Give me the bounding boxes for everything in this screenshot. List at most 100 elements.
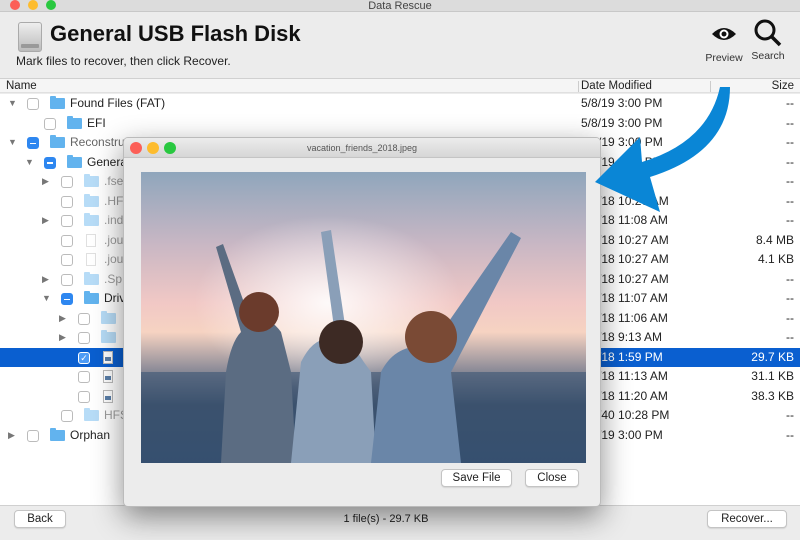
close-preview-button[interactable]: Close (525, 469, 579, 487)
folder-icon (84, 271, 99, 285)
row-date: /18 10:27 AM (598, 232, 669, 247)
folder-icon (50, 96, 65, 109)
row-date: /18 11:13 AM (598, 369, 668, 383)
row-size: -- (786, 174, 794, 188)
folder-icon (101, 310, 116, 324)
row-checkbox[interactable] (61, 273, 73, 286)
preview-titlebar: vacation_friends_2018.jpeg (124, 138, 600, 158)
preview-window: vacation_friends_2018.jpeg Save File Clo… (123, 137, 601, 507)
row-date: /18 1:59 PM (598, 349, 663, 364)
disclosure-collapsed-icon[interactable]: ▶ (42, 211, 49, 231)
row-checkbox[interactable] (61, 410, 73, 422)
header: General USB Flash Disk Mark files to rec… (0, 12, 800, 78)
close-preview-icon[interactable] (130, 142, 142, 154)
column-divider[interactable] (578, 81, 579, 92)
row-size: -- (786, 408, 794, 422)
save-file-button[interactable]: Save File (441, 469, 512, 487)
folder-icon (50, 135, 65, 148)
row-date: /18 10:27 AM (598, 252, 669, 266)
row-checkbox[interactable] (61, 195, 73, 208)
column-name[interactable]: Name (6, 80, 37, 92)
photo-silhouettes (141, 172, 586, 463)
disclosure-expanded-icon[interactable]: ▼ (42, 289, 51, 309)
image-file-icon (103, 389, 113, 403)
row-size: -- (786, 96, 794, 110)
row-name: EFI (87, 115, 106, 130)
preview-title: vacation_friends_2018.jpeg (306, 143, 418, 153)
minimize-window-button[interactable] (28, 0, 38, 10)
row-size: 8.4 MB (755, 232, 794, 247)
row-date: /18 11:07 AM (598, 291, 668, 305)
disclosure-expanded-icon[interactable]: ▼ (8, 133, 17, 153)
preview-button[interactable]: Preview (702, 22, 746, 64)
row-size: -- (786, 291, 794, 305)
file-icon (86, 233, 96, 247)
window-titlebar: Data Rescue (0, 0, 800, 12)
row-checkbox[interactable] (61, 176, 73, 188)
row-checkbox[interactable] (61, 254, 73, 266)
row-checkbox[interactable]: ✓ (78, 351, 90, 364)
row-name: Reconstruc (70, 135, 131, 149)
row-checkbox[interactable] (61, 293, 73, 305)
row-name: .fse (104, 174, 124, 188)
file-icon (86, 253, 96, 266)
row-checkbox[interactable] (61, 215, 73, 227)
page-title: General USB Flash Disk (50, 21, 301, 46)
row-size: -- (786, 213, 794, 227)
disclosure-collapsed-icon[interactable]: ▶ (8, 426, 15, 446)
row-size: -- (786, 193, 794, 208)
row-size: 31.1 KB (751, 369, 794, 383)
row-checkbox[interactable] (78, 312, 90, 325)
curved-arrow-icon (595, 87, 730, 212)
image-file-icon (103, 370, 113, 383)
row-checkbox[interactable] (27, 98, 39, 110)
row-checkbox[interactable] (27, 429, 39, 442)
back-button[interactable]: Back (14, 510, 66, 528)
row-date: /18 9:13 AM (598, 330, 663, 344)
window-title: Data Rescue (368, 0, 432, 12)
row-name: .Sp (104, 271, 123, 286)
row-checkbox[interactable] (78, 332, 90, 344)
row-name: .HF (104, 193, 124, 208)
disclosure-collapsed-icon[interactable]: ▶ (59, 328, 66, 348)
row-size: 38.3 KB (751, 388, 794, 403)
eye-icon (712, 28, 736, 40)
zoom-window-button[interactable] (46, 0, 56, 10)
disclosure-collapsed-icon[interactable]: ▶ (59, 309, 66, 329)
row-checkbox[interactable] (78, 371, 90, 383)
footer: Back 1 file(s) - 29.7 KB Recover... (0, 505, 800, 540)
preview-image (141, 172, 586, 463)
minimize-preview-icon[interactable] (147, 142, 159, 154)
disclosure-collapsed-icon[interactable]: ▶ (42, 270, 49, 290)
row-date: /18 10:27 AM (598, 271, 669, 286)
row-size: -- (786, 427, 794, 442)
disclosure-expanded-icon[interactable]: ▼ (8, 94, 17, 114)
row-checkbox[interactable] (78, 390, 90, 403)
search-button[interactable]: Search (746, 19, 790, 62)
row-checkbox[interactable] (61, 234, 73, 247)
row-size: -- (786, 310, 794, 325)
folder-icon (67, 115, 82, 129)
recover-button[interactable]: Recover... (707, 510, 787, 528)
row-size: -- (786, 154, 794, 169)
close-window-button[interactable] (10, 0, 20, 10)
row-date: /18 11:20 AM (598, 388, 668, 403)
disclosure-expanded-icon[interactable]: ▼ (25, 153, 34, 173)
disclosure-collapsed-icon[interactable]: ▶ (42, 172, 49, 192)
folder-icon (84, 408, 99, 421)
row-date: /40 10:28 PM (598, 408, 670, 422)
row-size: -- (786, 115, 794, 130)
row-date: /19 3:00 PM (598, 427, 663, 442)
row-checkbox[interactable] (44, 117, 56, 130)
folder-icon (84, 291, 99, 304)
row-name: .ind (104, 213, 124, 227)
instructions: Mark files to recover, then click Recove… (16, 54, 231, 68)
row-name: Found Files (FAT) (70, 96, 166, 110)
row-checkbox[interactable] (44, 156, 56, 169)
row-checkbox[interactable] (27, 137, 39, 149)
row-size: 4.1 KB (757, 252, 794, 266)
column-size[interactable]: Size (772, 80, 794, 92)
zoom-preview-icon[interactable] (164, 142, 176, 154)
row-date: /18 11:06 AM (598, 310, 668, 325)
folder-icon (101, 330, 116, 343)
